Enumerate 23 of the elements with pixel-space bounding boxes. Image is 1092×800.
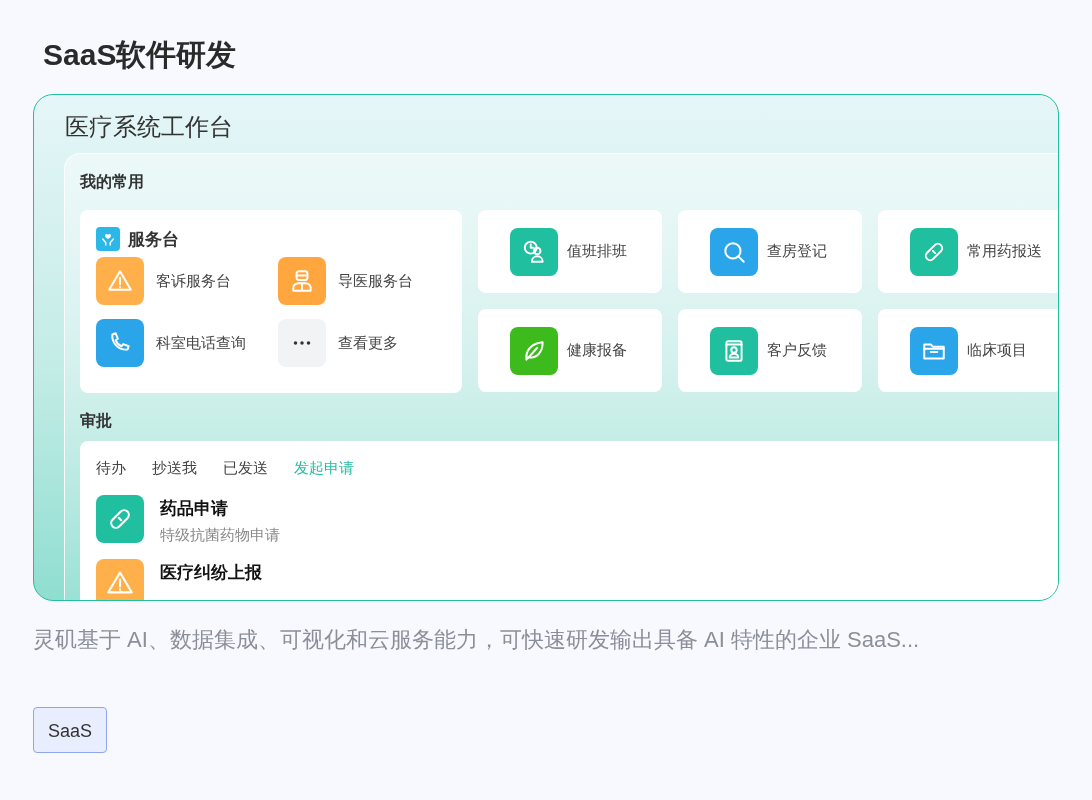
approval-title[interactable]: 医疗纠纷上报 xyxy=(160,561,262,584)
approval-tab[interactable]: 抄送我 xyxy=(152,455,197,481)
page-title: SaaS软件研发 xyxy=(42,37,238,73)
service-item[interactable]: 客诉服务台 xyxy=(96,257,231,305)
shortcut-card[interactable]: 查房登记 xyxy=(678,210,862,293)
approval-subtitle: 特级抗菌药物申请 xyxy=(160,526,280,545)
shortcut-card[interactable]: 值班排班 xyxy=(478,210,662,293)
service-desk-title: 服务台 xyxy=(128,228,179,251)
section-heading: 我的常用 xyxy=(80,172,144,192)
shortcut-card[interactable]: 健康报备 xyxy=(478,309,662,392)
shortcut-card[interactable]: 临床项目 xyxy=(878,309,1058,392)
approval-tab[interactable]: 待办 xyxy=(96,455,126,481)
shortcut-card[interactable]: 常用药报送 xyxy=(878,210,1058,293)
service-item[interactable]: 查看更多 xyxy=(278,319,398,367)
approval-tab[interactable]: 已发送 xyxy=(223,455,268,481)
service-item[interactable]: 导医服务台 xyxy=(278,257,413,305)
section-heading: 审批 xyxy=(80,411,112,431)
description: 灵矶基于 AI、数据集成、可视化和云服务能力，可快速研发输出具备 AI 特性的企业 SaaS... xyxy=(33,626,921,654)
workbench-title: 医疗系统工作台 xyxy=(64,112,234,142)
tag[interactable]: SaaS xyxy=(33,707,108,753)
approval-title[interactable]: 药品申请 xyxy=(160,497,228,520)
shortcut-card[interactable]: 客户反馈 xyxy=(678,309,862,392)
service-item[interactable]: 科室电话查询 xyxy=(96,319,246,367)
